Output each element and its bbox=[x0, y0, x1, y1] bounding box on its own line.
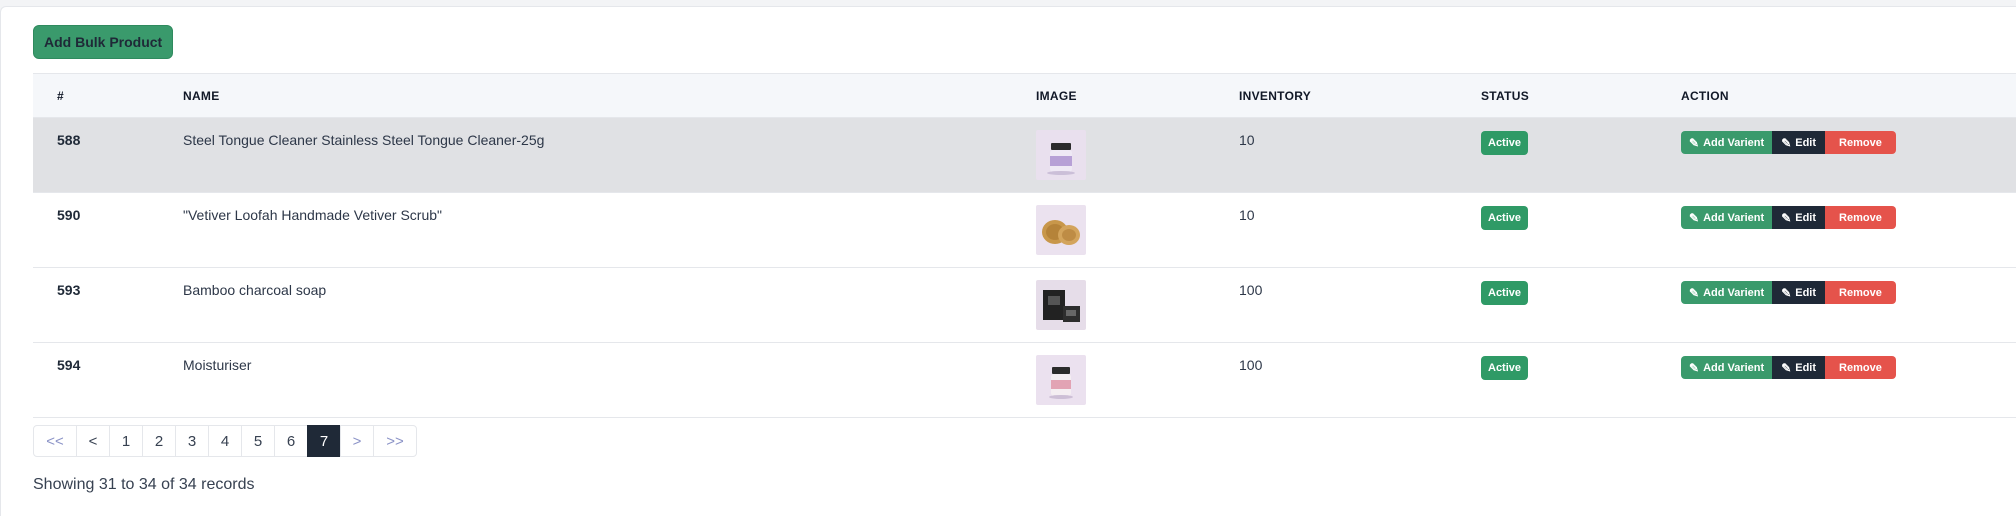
records-summary: Showing 31 to 34 of 34 records bbox=[33, 476, 255, 493]
product-thumbnail-soap-box[interactable] bbox=[1036, 280, 1086, 330]
row-actions: ✎ Add Varient ✎ Edit Remove bbox=[1681, 131, 2016, 154]
pagination-page-6[interactable]: 6 bbox=[274, 425, 308, 457]
status-badge: Active bbox=[1481, 281, 1529, 305]
products-table: # NAME IMAGE INVENTORY STATUS ACTION 588… bbox=[33, 73, 2016, 418]
pagination: << < 1 2 3 4 5 6 7 > >> bbox=[33, 425, 417, 457]
add-varient-button[interactable]: ✎ Add Varient bbox=[1681, 131, 1773, 154]
pagination-next[interactable]: > bbox=[340, 425, 374, 457]
remove-button[interactable]: Remove bbox=[1825, 281, 1896, 304]
status-badge: Active bbox=[1481, 131, 1529, 155]
column-header-action: ACTION bbox=[1681, 73, 2016, 118]
product-thumbnail-jar-pink[interactable] bbox=[1036, 355, 1086, 405]
row-id: 593 bbox=[57, 282, 81, 298]
pagination-first[interactable]: << bbox=[33, 425, 77, 457]
pagination-page-2[interactable]: 2 bbox=[142, 425, 176, 457]
remove-button[interactable]: Remove bbox=[1825, 131, 1896, 154]
jar-image bbox=[1036, 130, 1086, 180]
edit-icon: ✎ bbox=[1781, 360, 1792, 375]
inventory-count: 100 bbox=[1239, 282, 1263, 298]
jar-image bbox=[1036, 355, 1086, 405]
add-varient-button[interactable]: ✎ Add Varient bbox=[1681, 281, 1773, 304]
product-thumbnail-jar-lavender[interactable] bbox=[1036, 130, 1086, 180]
column-header-image: IMAGE bbox=[1036, 73, 1239, 118]
column-header-name: NAME bbox=[183, 73, 1036, 118]
pagination-page-5[interactable]: 5 bbox=[241, 425, 275, 457]
pagination-prev[interactable]: < bbox=[76, 425, 110, 457]
edit-button[interactable]: ✎ Edit bbox=[1772, 356, 1826, 379]
pagination-page-7-current[interactable]: 7 bbox=[307, 425, 341, 457]
table-row: 590 "Vetiver Loofah Handmade Vetiver Scr… bbox=[33, 193, 2016, 268]
row-actions: ✎ Add Varient ✎ Edit Remove bbox=[1681, 206, 2016, 229]
product-name: "Vetiver Loofah Handmade Vetiver Scrub" bbox=[183, 207, 442, 223]
edit-icon: ✎ bbox=[1689, 360, 1700, 375]
pagination-page-1[interactable]: 1 bbox=[109, 425, 143, 457]
pagination-page-4[interactable]: 4 bbox=[208, 425, 242, 457]
edit-icon: ✎ bbox=[1781, 285, 1792, 300]
edit-icon: ✎ bbox=[1781, 210, 1792, 225]
row-id: 590 bbox=[57, 207, 81, 223]
remove-button[interactable]: Remove bbox=[1825, 356, 1896, 379]
row-actions: ✎ Add Varient ✎ Edit Remove bbox=[1681, 281, 2016, 304]
edit-button[interactable]: ✎ Edit bbox=[1772, 281, 1826, 304]
inventory-count: 10 bbox=[1239, 132, 1255, 148]
column-header-status: STATUS bbox=[1481, 73, 1681, 118]
table-row: 594 Moisturiser 100 Active ✎ Add Varient… bbox=[33, 343, 2016, 418]
add-varient-button[interactable]: ✎ Add Varient bbox=[1681, 206, 1773, 229]
row-id: 588 bbox=[57, 132, 81, 148]
products-card: Add Bulk Product # NAME IMAGE INVENTORY … bbox=[0, 6, 2016, 516]
soap-box-image bbox=[1036, 280, 1086, 330]
add-bulk-product-button[interactable]: Add Bulk Product bbox=[33, 25, 174, 59]
add-varient-button[interactable]: ✎ Add Varient bbox=[1681, 356, 1773, 379]
edit-button[interactable]: ✎ Edit bbox=[1772, 206, 1826, 229]
column-header-number: # bbox=[33, 73, 183, 118]
edit-button[interactable]: ✎ Edit bbox=[1772, 131, 1826, 154]
status-badge: Active bbox=[1481, 356, 1529, 380]
edit-icon: ✎ bbox=[1781, 135, 1792, 150]
loofah-image bbox=[1036, 205, 1086, 255]
product-name: Steel Tongue Cleaner Stainless Steel Ton… bbox=[183, 132, 545, 148]
table-row: 588 Steel Tongue Cleaner Stainless Steel… bbox=[33, 117, 2016, 193]
table-header-row: # NAME IMAGE INVENTORY STATUS ACTION bbox=[33, 73, 2016, 118]
remove-button[interactable]: Remove bbox=[1825, 206, 1896, 229]
product-thumbnail-loofah-scrubs[interactable] bbox=[1036, 205, 1086, 255]
inventory-count: 100 bbox=[1239, 357, 1263, 373]
product-name: Moisturiser bbox=[183, 357, 252, 373]
edit-icon: ✎ bbox=[1689, 210, 1700, 225]
column-header-inventory: INVENTORY bbox=[1239, 73, 1481, 118]
row-actions: ✎ Add Varient ✎ Edit Remove bbox=[1681, 356, 2016, 379]
pagination-last[interactable]: >> bbox=[373, 425, 417, 457]
table-row: 593 Bamboo charcoal soap 100 Active ✎ Ad… bbox=[33, 268, 2016, 343]
edit-icon: ✎ bbox=[1689, 285, 1700, 300]
inventory-count: 10 bbox=[1239, 207, 1255, 223]
status-badge: Active bbox=[1481, 206, 1529, 230]
product-name: Bamboo charcoal soap bbox=[183, 282, 327, 298]
pagination-page-3[interactable]: 3 bbox=[175, 425, 209, 457]
edit-icon: ✎ bbox=[1689, 135, 1700, 150]
row-id: 594 bbox=[57, 357, 81, 373]
